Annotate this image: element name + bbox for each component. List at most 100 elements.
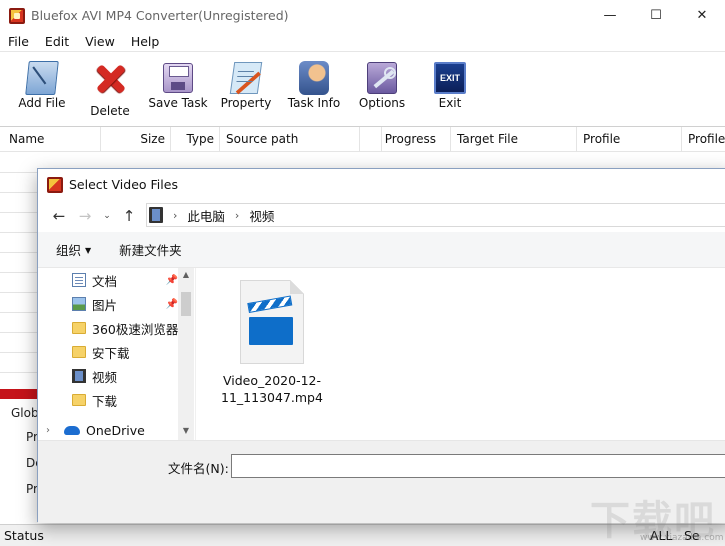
status-label: Status [4,528,44,543]
dialog-title-bar: Select Video Files [38,169,725,200]
task-info-label: Task Info [287,96,341,110]
clapperboard-body [249,317,293,345]
nav-item-videos[interactable]: 视频 [38,364,178,388]
column-spacer [360,127,382,152]
delete-button[interactable]: Delete [76,52,144,122]
folder-icon [72,346,86,358]
breadcrumb-separator-icon[interactable]: › [235,209,239,222]
menu-view[interactable]: View [77,34,123,49]
filename-input[interactable] [231,454,725,478]
navigation-row: ← → ⌄ ↑ › 此电脑 › 视频 [38,200,725,232]
menu-help[interactable]: Help [123,34,168,49]
nav-item-documents[interactable]: 文档 📌 [38,268,178,292]
task-info-button[interactable]: Task Info [280,52,348,122]
column-type[interactable]: Type [171,127,220,152]
close-button[interactable]: ✕ [679,0,725,31]
file-name-line-2: 11_113047.mp4 [221,390,323,405]
new-folder-button[interactable]: 新建文件夹 [119,240,182,259]
command-bar: 组织 ▼ 新建文件夹 [38,232,725,268]
delete-label: Delete [90,104,130,118]
file-list-area: Video_2020-12- 11_113047.mp4 [195,268,725,440]
table-row [0,352,38,353]
watermark-url: www.xiazaiba.com [640,533,724,543]
table-row [0,232,38,233]
expand-chevron-icon[interactable]: › [46,425,50,436]
add-file-button[interactable]: Add File [8,52,76,122]
task-table-rows [0,152,38,388]
clapperboard-top [247,295,293,313]
scroll-down-icon[interactable]: ▼ [181,426,191,438]
breadcrumb-videos[interactable]: 视频 [249,206,274,225]
breadcrumb-separator-icon[interactable]: › [173,209,177,222]
up-arrow-icon[interactable]: ↑ [116,203,142,229]
table-row [0,372,38,373]
file-item-video[interactable]: Video_2020-12- 11_113047.mp4 [216,276,328,406]
back-arrow-icon[interactable]: ← [46,203,72,229]
breadcrumb-this-pc[interactable]: 此电脑 [187,206,225,225]
exit-label: Exit [438,96,462,110]
recent-locations-chevron-icon[interactable]: ⌄ [98,203,116,229]
nav-item-label: 文档 [92,273,118,289]
nav-item-onedrive[interactable]: › OneDrive [38,418,178,442]
menu-bar: File Edit View Help [0,31,725,51]
nav-item-downloads[interactable]: 下载 [38,388,178,412]
organize-label: 组织 [56,243,82,258]
nav-item-pictures[interactable]: 图片 📌 [38,292,178,316]
table-row [0,332,38,333]
forward-arrow-icon[interactable]: → [72,203,98,229]
nav-item-label: 下载 [92,393,118,409]
column-profile-info[interactable]: Profile I [682,127,725,152]
scroll-up-icon[interactable]: ▲ [181,270,191,282]
add-file-label: Add File [18,96,66,110]
picture-icon [72,297,86,311]
file-name: Video_2020-12- 11_113047.mp4 [221,372,323,406]
save-task-button[interactable]: Save Task [144,52,212,122]
nav-item-anxiazai[interactable]: 安下载 [38,340,178,364]
toolbar: Add File Delete Save Task Property Task … [0,51,725,126]
window-title: Bluefox AVI MP4 Converter(Unregistered) [31,8,289,23]
save-task-icon [163,63,193,93]
file-name-line-1: Video_2020-12- [222,373,321,388]
table-row [0,252,38,253]
menu-edit[interactable]: Edit [37,34,77,49]
property-label: Property [220,96,272,110]
table-row [0,292,38,293]
pin-icon: 📌 [165,274,178,286]
organize-button[interactable]: 组织 ▼ [56,240,91,259]
nav-item-360-browser-downloads[interactable]: 360极速浏览器下载 [38,316,178,340]
options-icon [367,62,397,94]
menu-file[interactable]: File [0,34,37,49]
maximize-button[interactable]: ☐ [633,0,679,31]
exit-button[interactable]: EXIT Exit [416,52,484,122]
window-controls: — ☐ ✕ [587,0,725,31]
progress-red-bar [0,389,38,399]
address-bar[interactable]: › 此电脑 › 视频 [146,203,725,227]
video-file-icon [240,280,304,364]
minimize-button[interactable]: — [587,0,633,31]
nav-item-label: OneDrive [86,422,145,438]
task-info-icon [299,61,329,95]
navigation-scrollbar[interactable]: ▲ ▼ [178,268,194,440]
table-row [0,172,38,173]
column-source-path[interactable]: Source path [220,127,360,152]
folder-icon [72,394,86,406]
options-button[interactable]: Options [348,52,416,122]
column-profile[interactable]: Profile [577,127,682,152]
task-table-header: Name Size Type Source path Progress Targ… [0,126,725,152]
scroll-thumb[interactable] [181,292,191,316]
dialog-title: Select Video Files [69,177,178,192]
nav-item-label: 视频 [92,369,118,385]
delete-icon [92,60,128,96]
column-target-file[interactable]: Target File [451,127,577,152]
nav-item-label: 图片 [92,297,118,313]
video-library-icon [149,207,163,223]
save-task-label: Save Task [148,96,208,110]
column-name[interactable]: Name [0,127,101,152]
property-button[interactable]: Property [212,52,280,122]
add-file-icon [25,61,59,95]
column-size[interactable]: Size [101,127,171,152]
table-row [0,272,38,273]
dialog-app-icon [47,176,63,193]
folder-icon [72,322,86,334]
column-progress[interactable]: Progress [382,127,451,152]
